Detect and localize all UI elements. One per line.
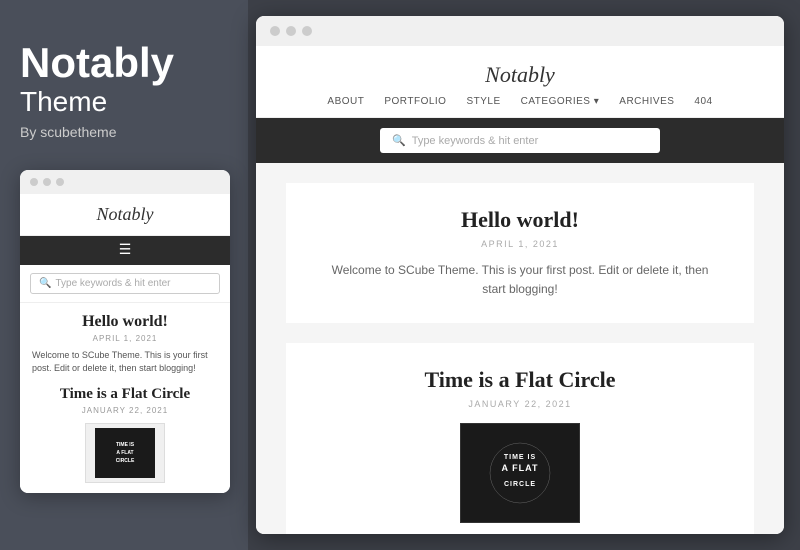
mobile-site-title: Notably xyxy=(30,204,220,225)
nav-archives[interactable]: ARCHIVES xyxy=(619,96,674,107)
svg-text:TIME IS: TIME IS xyxy=(504,454,536,461)
mobile-post2-thumbnail: TIME IS A FLAT CIRCLE xyxy=(85,423,165,483)
theme-author: By scubetheme xyxy=(20,124,228,140)
nav-categories[interactable]: CATEGORIES ▾ xyxy=(521,96,600,107)
svg-text:A FLAT: A FLAT xyxy=(502,463,539,473)
mobile-post2-date: JANUARY 22, 2021 xyxy=(32,406,218,415)
nav-about[interactable]: ABOUT xyxy=(327,96,364,107)
mobile-search-placeholder: Type keywords & hit enter xyxy=(55,278,170,289)
mobile-browser-bar xyxy=(20,170,230,194)
nav-style[interactable]: STYLE xyxy=(466,96,500,107)
mobile-search-icon: 🔍 xyxy=(39,278,51,289)
desktop-search-icon: 🔍 xyxy=(392,134,406,147)
desktop-search-section: 🔍 Type keywords & hit enter xyxy=(256,118,784,163)
desktop-site-title: Notably xyxy=(276,62,764,88)
desktop-post2-title: Time is a Flat Circle xyxy=(326,367,714,393)
mobile-post1-excerpt: Welcome to SCube Theme. This is your fir… xyxy=(32,349,218,374)
desktop-post2-thumbnail: TIME IS A FLAT CIRCLE xyxy=(460,423,580,523)
desktop-nav: ABOUT PORTFOLIO STYLE CATEGORIES ▾ ARCHI… xyxy=(276,96,764,117)
nav-404[interactable]: 404 xyxy=(694,96,712,107)
desktop-post1-title: Hello world! xyxy=(326,207,714,233)
theme-title-block: Notably Theme By scubetheme xyxy=(20,40,228,170)
right-panel: Notably ABOUT PORTFOLIO STYLE CATEGORIES… xyxy=(248,0,800,550)
desktop-post2-date: JANUARY 22, 2021 xyxy=(326,399,714,409)
nav-portfolio[interactable]: PORTFOLIO xyxy=(384,96,446,107)
desktop-post1-card: Hello world! APRIL 1, 2021 Welcome to SC… xyxy=(286,183,754,323)
desktop-dot-2 xyxy=(286,26,296,36)
mobile-post1-title: Hello world! xyxy=(32,313,218,331)
left-panel: Notably Theme By scubetheme Notably ☰ 🔍 … xyxy=(0,0,248,550)
svg-text:TIME IS: TIME IS xyxy=(116,442,135,448)
blog-area: Hello world! APRIL 1, 2021 Welcome to SC… xyxy=(256,163,784,534)
svg-text:A FLAT: A FLAT xyxy=(116,450,133,456)
desktop-post2-card: Time is a Flat Circle JANUARY 22, 2021 T… xyxy=(286,343,754,534)
desktop-browser-bar xyxy=(256,16,784,46)
desktop-dot-3 xyxy=(302,26,312,36)
mobile-post2-title: Time is a Flat Circle xyxy=(32,386,218,403)
mobile-post1-date: APRIL 1, 2021 xyxy=(32,334,218,343)
svg-text:CIRCLE: CIRCLE xyxy=(504,481,536,488)
desktop-search-box[interactable]: 🔍 Type keywords & hit enter xyxy=(380,128,660,153)
mobile-site-header: Notably xyxy=(20,194,230,236)
mobile-mockup: Notably ☰ 🔍 Type keywords & hit enter He… xyxy=(20,170,230,493)
mobile-dot-2 xyxy=(43,178,51,186)
desktop-site-header: Notably ABOUT PORTFOLIO STYLE CATEGORIES… xyxy=(256,46,784,118)
mobile-content: Hello world! APRIL 1, 2021 Welcome to SC… xyxy=(20,303,230,493)
desktop-post1-excerpt: Welcome to SCube Theme. This is your fir… xyxy=(326,261,714,299)
theme-title: Notably xyxy=(20,40,228,86)
theme-subtitle: Theme xyxy=(20,86,228,118)
desktop-dot-1 xyxy=(270,26,280,36)
desktop-browser: Notably ABOUT PORTFOLIO STYLE CATEGORIES… xyxy=(256,16,784,534)
mobile-dot-3 xyxy=(56,178,64,186)
desktop-content: Notably ABOUT PORTFOLIO STYLE CATEGORIES… xyxy=(256,46,784,534)
hamburger-icon[interactable]: ☰ xyxy=(119,242,132,259)
mobile-search-bar: 🔍 Type keywords & hit enter xyxy=(20,265,230,303)
mobile-search-input[interactable]: 🔍 Type keywords & hit enter xyxy=(30,273,220,294)
desktop-search-placeholder: Type keywords & hit enter xyxy=(412,135,539,147)
mobile-nav-bar: ☰ xyxy=(20,236,230,265)
svg-text:CIRCLE: CIRCLE xyxy=(116,458,135,464)
desktop-post1-date: APRIL 1, 2021 xyxy=(326,239,714,249)
mobile-dot-1 xyxy=(30,178,38,186)
